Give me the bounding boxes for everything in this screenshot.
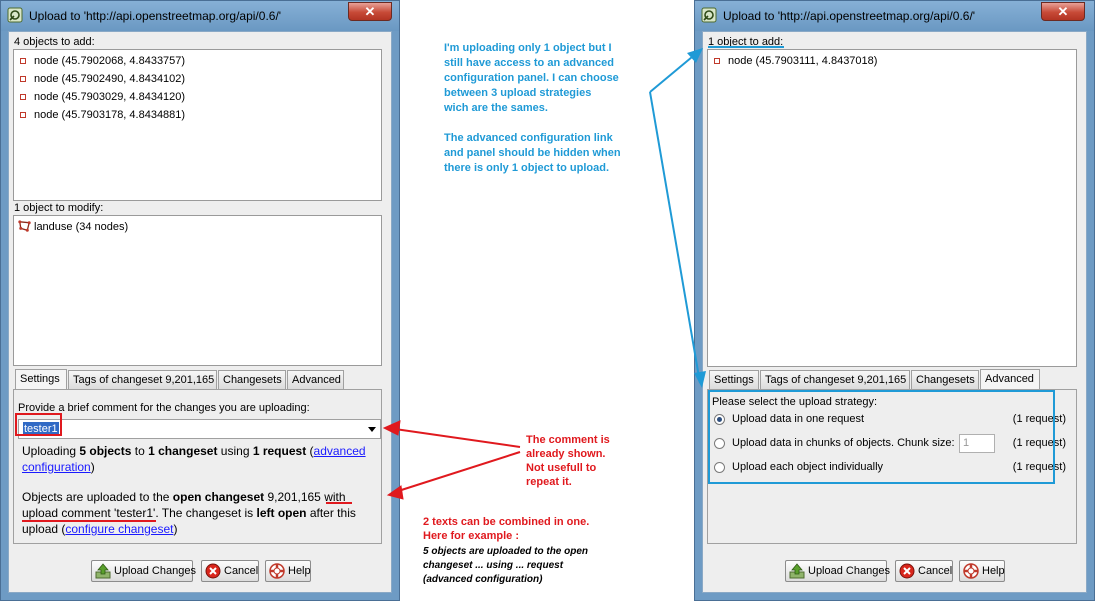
blue-arrow-to-label — [649, 51, 699, 93]
advanced-highlight-box — [708, 390, 1055, 484]
red-arrow-to-summary — [391, 451, 521, 494]
red-arrowhead — [386, 485, 404, 500]
comment-highlight-box — [15, 413, 62, 436]
blue-arrow-to-advanced-tab — [649, 91, 701, 384]
annotation-overlay — [15, 46, 1055, 522]
blue-arrowhead — [694, 371, 706, 388]
red-arrow-to-combo — [387, 427, 521, 448]
red-arrowhead — [382, 420, 401, 436]
blue-arrowhead — [687, 48, 703, 63]
